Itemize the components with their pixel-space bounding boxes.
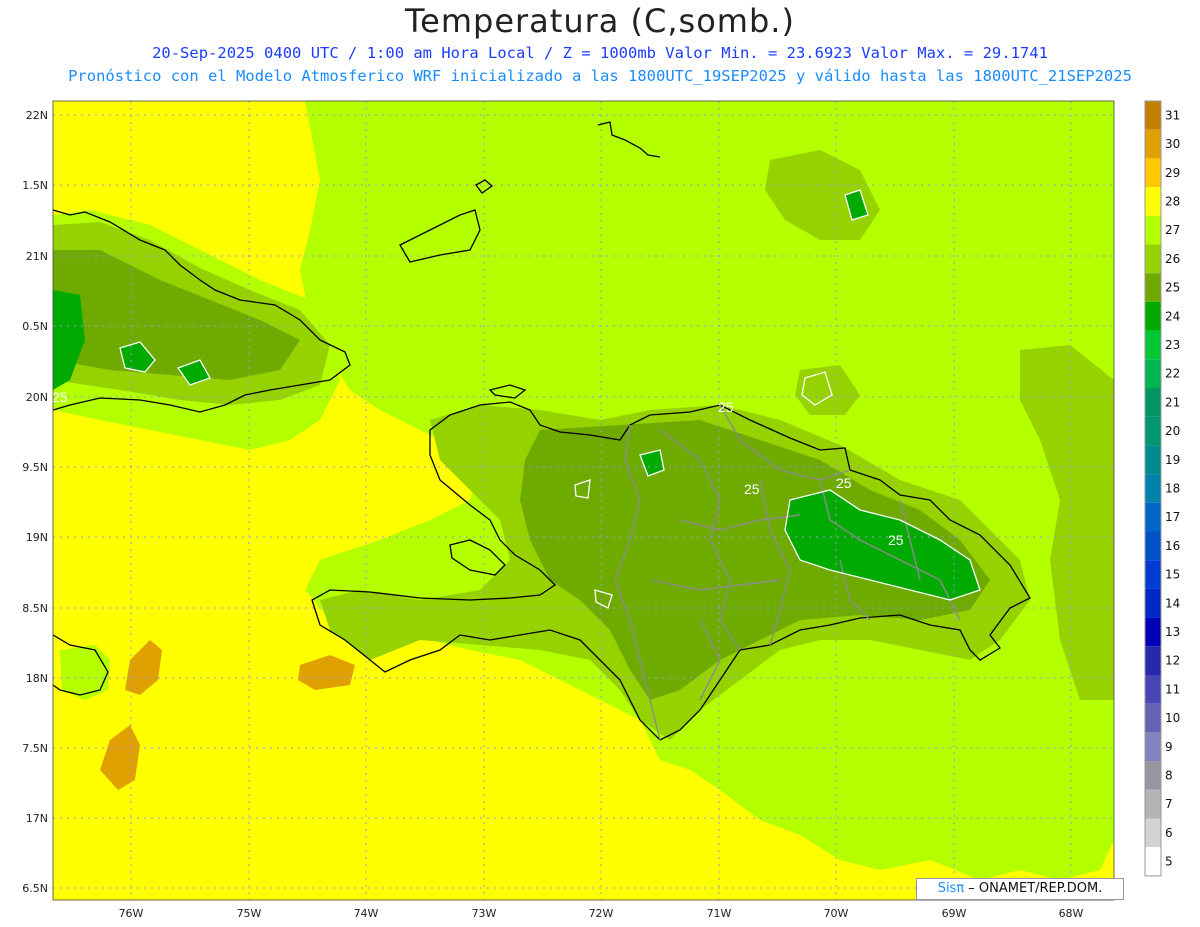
colorbar-label: 6 (1165, 826, 1173, 840)
colorbar-swatch (1145, 703, 1161, 733)
colorbar-label: 12 (1165, 654, 1180, 668)
colorbar-swatch (1145, 818, 1161, 848)
colorbar-swatch (1145, 187, 1161, 216)
colorbar-swatch (1145, 847, 1161, 876)
colorbar-swatch (1145, 301, 1161, 331)
colorbar-label: 27 (1165, 223, 1180, 237)
credit-box: Sisπ – ONAMET/REP.DOM. (916, 878, 1124, 900)
lat-label: 7.5N (22, 742, 48, 755)
colorbar-swatch (1145, 531, 1161, 561)
credit-text: – ONAMET/REP.DOM. (964, 881, 1103, 896)
lat-label: 21N (26, 250, 48, 263)
colorbar-swatch (1145, 215, 1161, 245)
colorbar-swatch (1145, 445, 1161, 475)
lat-label: 8.5N (22, 602, 48, 615)
contour-label: 25 (744, 481, 760, 497)
contour-label: 25 (718, 399, 734, 415)
colorbar-swatch (1145, 588, 1161, 618)
colorbar-swatch (1145, 416, 1161, 446)
colorbar-label: 11 (1165, 682, 1180, 696)
colorbar-swatch (1145, 560, 1161, 589)
lon-label: 72W (589, 907, 614, 920)
lat-label: 20N (26, 391, 48, 404)
lon-label: 73W (472, 907, 497, 920)
colorbar-swatch (1145, 761, 1161, 790)
colorbar-label: 22 (1165, 367, 1180, 381)
sis-logo-text: Sisπ (937, 881, 965, 896)
colorbar-swatch (1145, 101, 1161, 130)
lon-label: 70W (824, 907, 849, 920)
lat-label: 9.5N (22, 461, 48, 474)
colorbar-label: 31 (1165, 108, 1180, 122)
colorbar-label: 24 (1165, 309, 1180, 323)
lat-label: 0.5N (22, 320, 48, 333)
colorbar-label: 18 (1165, 481, 1180, 495)
colorbar-swatch (1145, 675, 1161, 704)
colorbar-label: 15 (1165, 568, 1180, 582)
lon-label: 75W (237, 907, 262, 920)
colorbar: 31 30 29 28 27 26 25 24 23 22 21 20 19 18 17 16 15 14 13 12… (1144, 100, 1180, 877)
colorbar-label: 30 (1165, 137, 1180, 151)
lat-label: 6.5N (22, 882, 48, 895)
lat-label: 17N (26, 812, 48, 825)
colorbar-label: 13 (1165, 625, 1180, 639)
colorbar-swatch (1145, 789, 1161, 819)
colorbar-label: 5 (1165, 855, 1173, 869)
colorbar-label: 28 (1165, 194, 1180, 208)
colorbar-label: 14 (1165, 596, 1180, 610)
lon-label: 74W (354, 907, 379, 920)
colorbar-swatch (1145, 732, 1161, 762)
colorbar-swatch (1145, 646, 1161, 675)
colorbar-label: 17 (1165, 510, 1180, 524)
colorbar-swatch (1145, 244, 1161, 274)
colorbar-swatch (1145, 273, 1161, 302)
colorbar-label: 26 (1165, 252, 1180, 266)
colorbar-swatch (1145, 359, 1161, 388)
lat-label: 18N (26, 672, 48, 685)
contour-label: 25 (836, 475, 852, 491)
lon-label: 68W (1059, 907, 1084, 920)
colorbar-label: 23 (1165, 338, 1180, 352)
colorbar-swatch (1145, 388, 1161, 417)
contour-label: 25 (888, 532, 904, 548)
lon-label: 69W (942, 907, 967, 920)
colorbar-label: 10 (1165, 711, 1180, 725)
lat-label: 1.5N (22, 179, 48, 192)
colorbar-swatch (1145, 502, 1161, 532)
colorbar-label: 25 (1165, 281, 1180, 295)
colorbar-swatch (1145, 474, 1161, 503)
lon-label: 76W (119, 907, 144, 920)
colorbar-swatch (1145, 158, 1161, 188)
colorbar-label: 29 (1165, 166, 1180, 180)
colorbar-label: 20 (1165, 424, 1180, 438)
colorbar-swatch (1145, 129, 1161, 159)
colorbar-label: 7 (1165, 797, 1173, 811)
colorbar-swatch (1145, 617, 1161, 647)
colorbar-label: 8 (1165, 768, 1173, 782)
latitude-axis: 22N 1.5N 21N 0.5N 20N 9.5N 19N 8.5N 18N … (22, 109, 48, 895)
colorbar-label: 16 (1165, 539, 1180, 553)
lat-label: 22N (26, 109, 48, 122)
temperature-map: 25 25 25 25 25 22N 1.5N 21N 0.5N 20N 9.5… (22, 100, 1180, 920)
colorbar-swatch (1145, 330, 1161, 360)
map-plot-area (52, 101, 1114, 900)
colorbar-label: 19 (1165, 453, 1180, 467)
lat-label: 19N (26, 531, 48, 544)
colorbar-label: 9 (1165, 740, 1173, 754)
longitude-axis: 76W 75W 74W 73W 72W 71W 70W 69W 68W (119, 907, 1084, 920)
lon-label: 71W (707, 907, 732, 920)
contour-label: 25 (52, 389, 68, 405)
colorbar-label: 21 (1165, 395, 1180, 409)
